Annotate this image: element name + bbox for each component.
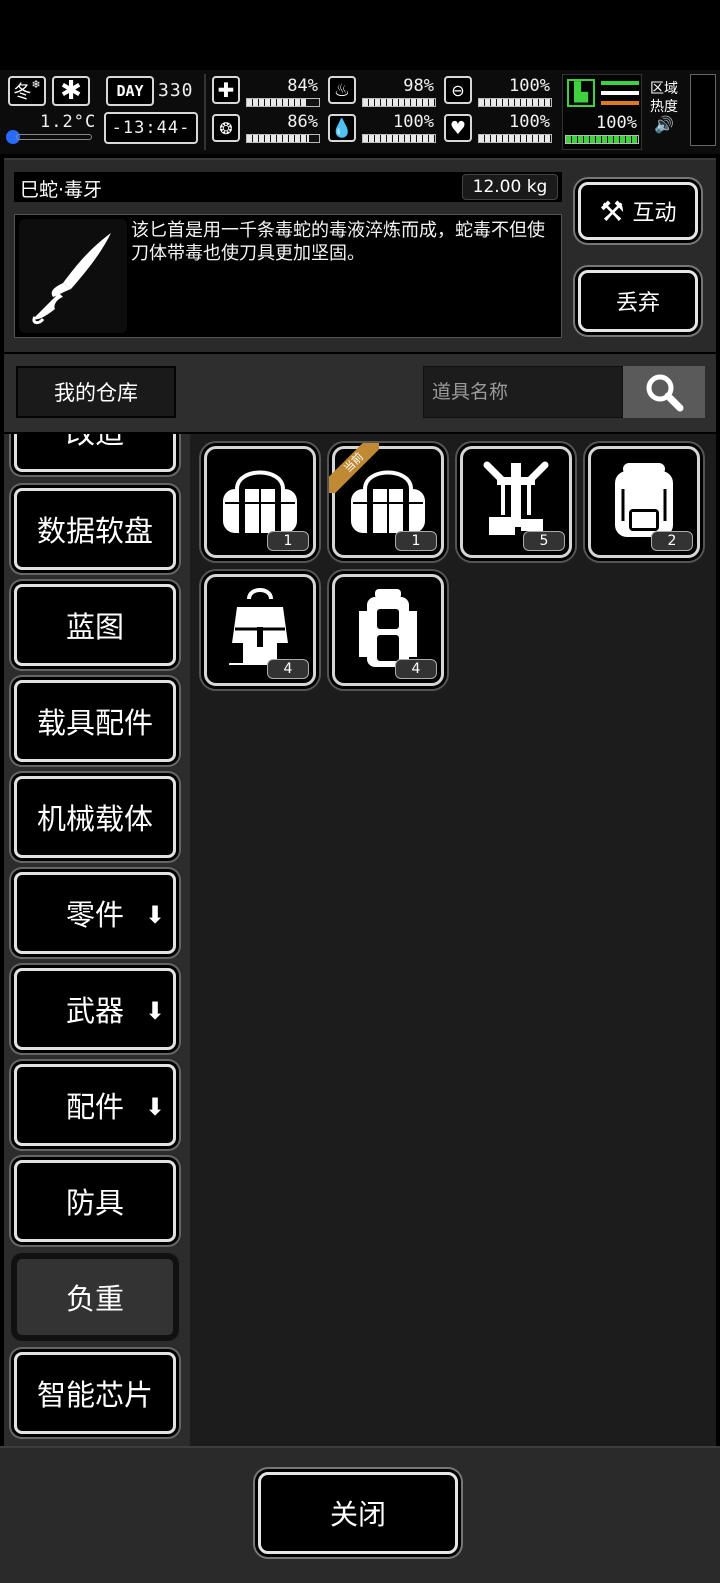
heat-gauge [690, 74, 716, 146]
item-slot[interactable]: 4 [332, 574, 444, 686]
item-count: 1 [395, 531, 437, 551]
status-bar: 冬 ❄ ✱ DAY 330 1.2°C -13:44- ✚ 84% ♨ 98% ⊖… [0, 70, 720, 154]
stamina-value: 100% [596, 113, 637, 133]
category-data-disk[interactable]: 数据软盘 [14, 488, 176, 570]
item-slot-current[interactable]: 当前 1 [329, 443, 444, 558]
item-weight: 12.00 kg [462, 174, 558, 200]
season-label: 冬 [13, 82, 32, 103]
item-count: 5 [523, 531, 565, 551]
interact-button[interactable]: ⚒ 互动 [578, 182, 698, 240]
category-components[interactable]: 零件 ⬇ [14, 872, 176, 954]
mood-value: 100% [509, 112, 550, 132]
dagger-icon [19, 219, 127, 333]
category-label: 武器 [65, 994, 124, 1028]
stomach-icon: ♨ [328, 76, 356, 104]
category-attachments[interactable]: 配件 ⬇ [14, 1064, 176, 1146]
category-label: 载具配件 [36, 706, 153, 740]
category-label: 防具 [65, 1186, 124, 1220]
health-bar [246, 98, 320, 107]
item-name: 巳蛇·毒牙 [20, 179, 103, 201]
category-armor[interactable]: 防具 [14, 1160, 176, 1242]
category-label: 零件 [65, 898, 124, 932]
clock: -13:44- [104, 112, 198, 144]
category-mod[interactable]: 改造 [14, 434, 176, 472]
category-label: 智能芯片 [36, 1378, 153, 1412]
item-slot[interactable]: 1 [204, 446, 316, 558]
category-label: 配件 [65, 1090, 124, 1124]
item-description-box: 该匕首是用一千条毒蛇的毒液淬炼而成，蛇毒不但使刀体带毒也使刀具更加坚固。 [14, 214, 562, 338]
close-label: 关闭 [329, 1498, 386, 1531]
speaker-icon[interactable]: 🔊 [650, 116, 678, 134]
energy-value: 100% [509, 76, 550, 96]
stamina-bar [565, 135, 639, 144]
brain-icon: ❂ [212, 114, 240, 142]
time-readout: -13:44- [111, 118, 191, 138]
item-count: 4 [267, 659, 309, 679]
category-load[interactable]: 负重 [14, 1256, 176, 1338]
day-count: 330 [158, 80, 194, 101]
medkit-icon: ✚ [212, 76, 240, 104]
my-storage-label: 我的仓库 [54, 381, 138, 405]
category-smart-chip[interactable]: 智能芯片 [14, 1352, 176, 1434]
category-blueprint[interactable]: 蓝图 [14, 584, 176, 666]
category-label: 数据软盘 [36, 514, 153, 548]
item-description: 该匕首是用一千条毒蛇的毒液淬炼而成，蛇毒不但使刀体带毒也使刀具更加坚固。 [131, 220, 545, 264]
item-slot[interactable]: 5 [460, 446, 572, 558]
arrow-down-icon: ⬇ [144, 997, 165, 1025]
search-icon [646, 374, 684, 412]
zone-label: 区域 [650, 81, 678, 97]
discard-label: 丢弃 [615, 291, 660, 316]
category-weapons[interactable]: 武器 ⬇ [14, 968, 176, 1050]
boot-icon: ▙ [567, 79, 595, 107]
current-badge: 当前 [329, 443, 379, 493]
item-count: 1 [267, 531, 309, 551]
day-label: DAY [116, 82, 144, 100]
stamina-panel: ▙ 100% [562, 74, 642, 150]
health-value: 84% [287, 76, 318, 96]
hammer-icon: ⚒ [599, 194, 625, 228]
thirst-bar [362, 134, 436, 143]
mood-bar [478, 134, 552, 143]
day-badge: DAY [106, 76, 154, 106]
mental-bar [246, 134, 320, 143]
season-badge: 冬 ❄ [8, 76, 46, 106]
close-button[interactable]: 关闭 [258, 1472, 458, 1554]
item-name-row: 巳蛇·毒牙 12.00 kg [14, 172, 562, 202]
energy-bar [478, 98, 552, 107]
heat-label: 热度 [650, 99, 678, 115]
pill-icon: ⊖ [444, 76, 472, 104]
thirst-value: 100% [393, 112, 434, 132]
discard-button[interactable]: 丢弃 [578, 270, 698, 332]
zone-heat[interactable]: 区域 热度 🔊 [650, 80, 678, 134]
item-count: 2 [651, 531, 693, 551]
mental-value: 86% [287, 112, 318, 132]
item-slot[interactable]: 2 [588, 446, 700, 558]
category-label: 负重 [65, 1282, 124, 1316]
hunger-bar [362, 98, 436, 107]
hunger-value: 98% [403, 76, 434, 96]
item-count: 4 [395, 659, 437, 679]
category-sidebar[interactable]: 改造 数据软盘 蓝图 载具配件 机械载体 零件 ⬇ 武器 ⬇ 配件 ⬇ 防具 负重 智… [4, 434, 190, 1446]
search-button[interactable] [623, 366, 705, 418]
search-input[interactable]: 道具名称 [423, 366, 623, 418]
category-label: 机械载体 [36, 802, 153, 836]
interact-label: 互动 [632, 201, 677, 226]
arrow-down-icon: ⬇ [144, 1093, 165, 1121]
thermometer-icon [6, 128, 92, 146]
water-drop-icon: 💧 [328, 114, 356, 142]
category-mech-carrier[interactable]: 机械载体 [14, 776, 176, 858]
item-slot[interactable]: 4 [204, 574, 316, 686]
current-badge-label: 当前 [329, 443, 379, 493]
arrow-down-icon: ⬇ [144, 901, 165, 929]
category-vehicle-parts[interactable]: 载具配件 [14, 680, 176, 762]
heart-icon: ♥ [444, 114, 472, 142]
category-label: 蓝图 [65, 610, 124, 644]
snowflake-icon: ✱ [52, 76, 90, 106]
category-label: 改造 [66, 434, 124, 452]
item-grid: 1 当前 1 5 2 4 4 [190, 434, 716, 1446]
my-storage-button[interactable]: 我的仓库 [16, 366, 176, 418]
